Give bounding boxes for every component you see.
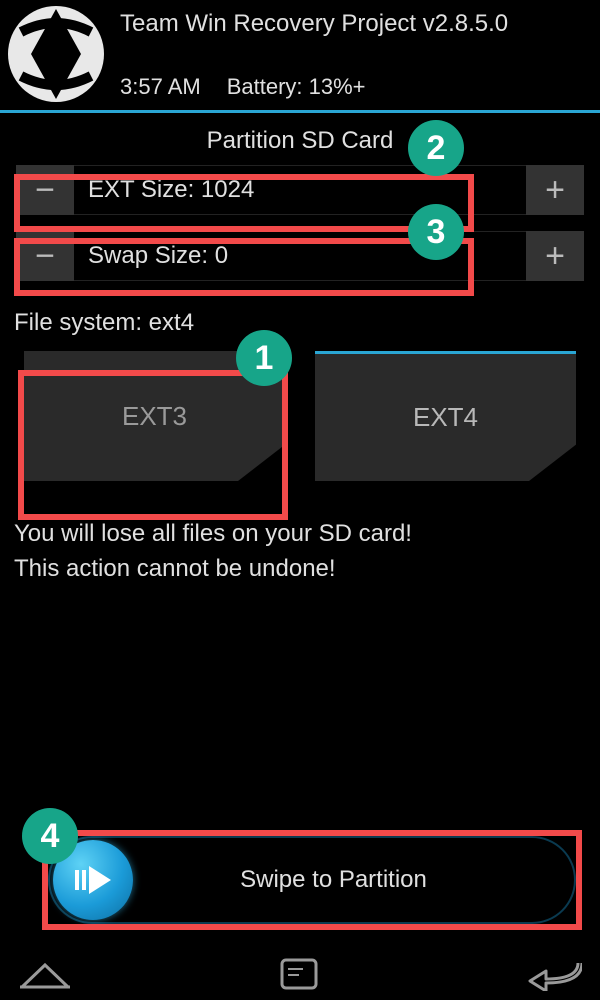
ext-size-stepper: − EXT Size: 1024 + bbox=[16, 165, 584, 215]
ext-size-minus-button[interactable]: − bbox=[16, 165, 74, 215]
twrp-logo-icon bbox=[6, 4, 106, 104]
ext-size-value: EXT Size: 1024 bbox=[74, 165, 526, 215]
annotation-badge-1: 1 bbox=[236, 330, 292, 386]
app-title: Team Win Recovery Project v2.8.5.0 bbox=[120, 10, 590, 38]
annotation-badge-2: 2 bbox=[408, 120, 464, 176]
arrow-right-icon bbox=[69, 856, 117, 904]
swipe-label: Swipe to Partition bbox=[133, 866, 574, 894]
battery-status: Battery: 13%+ bbox=[227, 74, 366, 100]
nav-bar bbox=[0, 952, 600, 1000]
back-icon[interactable] bbox=[526, 957, 582, 996]
header: Team Win Recovery Project v2.8.5.0 3:57 … bbox=[0, 0, 600, 113]
clock: 3:57 AM bbox=[120, 74, 201, 100]
warning-text: You will lose all files on your SD card!… bbox=[0, 481, 600, 587]
console-icon[interactable] bbox=[279, 957, 319, 996]
ext-size-plus-button[interactable]: + bbox=[526, 165, 584, 215]
warning-line1: You will lose all files on your SD card! bbox=[14, 517, 586, 552]
annotation-badge-4: 4 bbox=[22, 808, 78, 864]
home-icon[interactable] bbox=[18, 957, 72, 996]
swap-size-minus-button[interactable]: − bbox=[16, 231, 74, 281]
swipe-to-partition-slider[interactable]: Swipe to Partition bbox=[48, 836, 576, 924]
fs-option-ext4[interactable]: EXT4 bbox=[315, 351, 576, 481]
screen-title: Partition SD Card bbox=[0, 127, 600, 155]
fs-option-ext4-label: EXT4 bbox=[413, 402, 478, 433]
swap-size-stepper: − Swap Size: 0 + bbox=[16, 231, 584, 281]
annotation-badge-3: 3 bbox=[408, 204, 464, 260]
fs-option-ext3-label: EXT3 bbox=[122, 401, 187, 432]
warning-line2: This action cannot be undone! bbox=[14, 552, 586, 587]
swap-size-plus-button[interactable]: + bbox=[526, 231, 584, 281]
filesystem-label: File system: ext4 bbox=[0, 297, 600, 351]
